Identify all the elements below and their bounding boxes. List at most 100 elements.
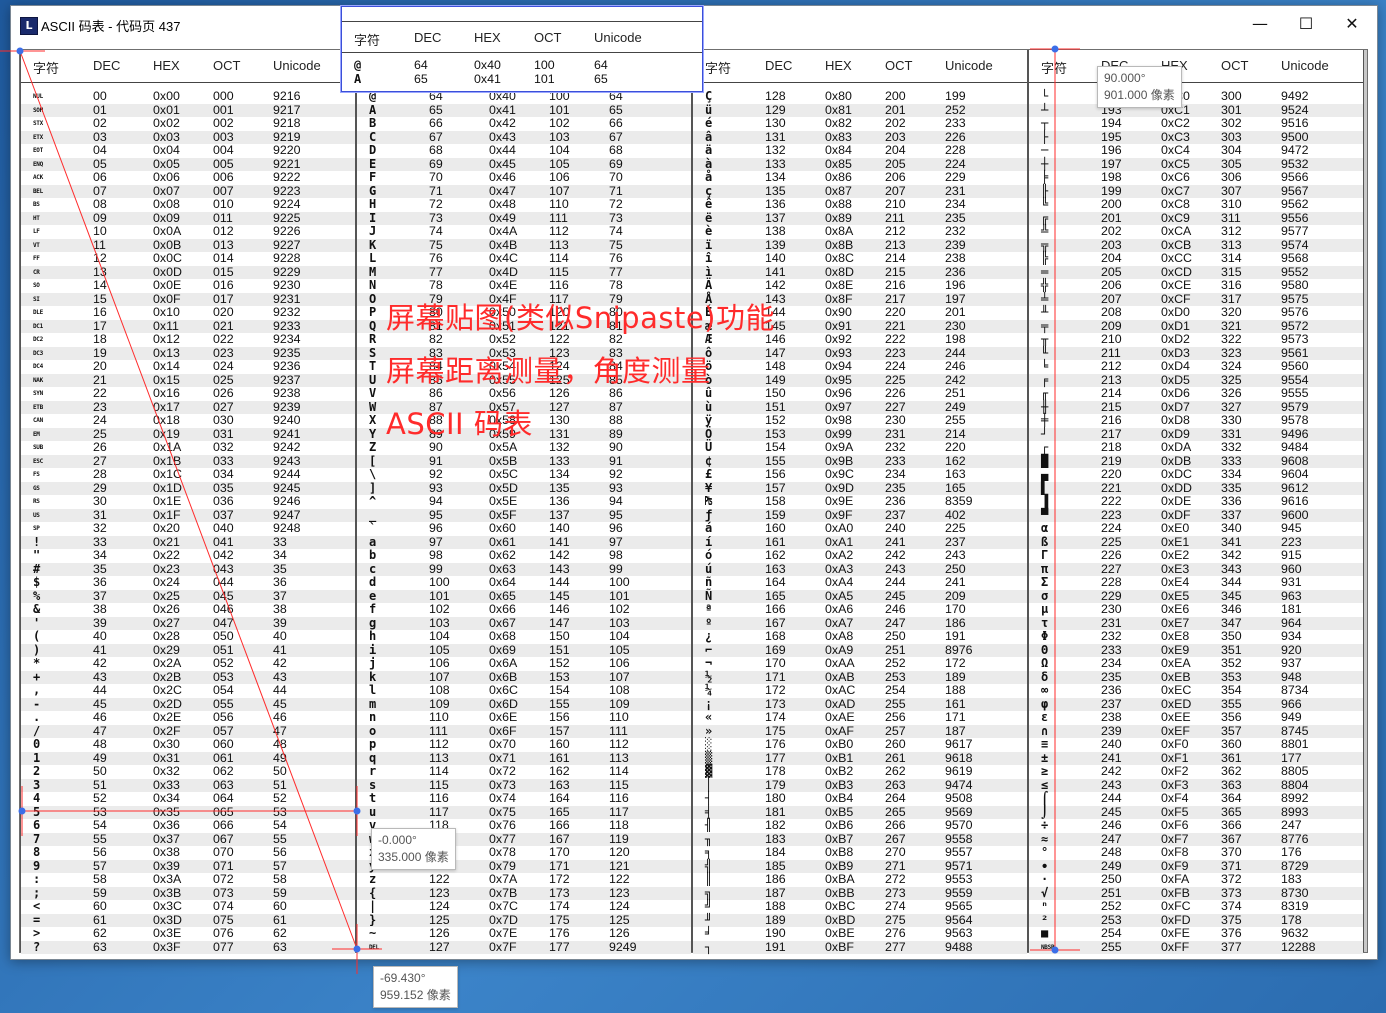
table-row[interactable]: ╣ 185 0xB9 271 9571 [693, 859, 1027, 873]
minimize-button[interactable]: — [1237, 6, 1283, 44]
table-row[interactable]: ì 141 0x8D 215 236 [693, 265, 1027, 279]
table-row[interactable]: L 76 0x4C 114 76 [357, 251, 691, 266]
table-row[interactable]: Ñ 165 0xA5 245 209 [693, 589, 1027, 603]
table-row[interactable]: ï 139 0x8B 213 239 [693, 238, 1027, 252]
table-row[interactable]: ' 39 0x27 047 39 [21, 616, 355, 630]
table-row[interactable]: ╦ 203 0xCB 313 9574 [1029, 238, 1363, 252]
table-row[interactable]: ╥ 210 0xD2 322 9573 [1029, 332, 1363, 347]
table-row[interactable]: CR 13 0x0D 015 9229 [21, 265, 355, 279]
table-row[interactable]: ^ 94 0x5E 136 94 [357, 494, 691, 509]
table-row[interactable]: Ω 234 0xEA 352 937 [1029, 656, 1363, 671]
table-row[interactable]: SP 32 0x20 040 9248 [21, 521, 355, 536]
table-row[interactable]: ¿ 168 0xA8 250 191 [693, 629, 1027, 644]
table-row[interactable]: t 116 0x74 164 116 [357, 791, 691, 806]
table-row[interactable]: ╨ 208 0xD0 320 9576 [1029, 305, 1363, 320]
table-row[interactable]: ─ 196 0xC4 304 9472 [1029, 143, 1363, 158]
table-row[interactable]: ú 163 0xA3 243 250 [693, 562, 1027, 576]
table-row[interactable]: & 38 0x26 046 38 [21, 602, 355, 617]
table-row[interactable]: LF 10 0x0A 012 9226 [21, 224, 355, 239]
table-row[interactable]: ~126 0x7E 176 126 [357, 926, 691, 941]
table-row[interactable]: e 101 0x65 145 101 [357, 589, 691, 603]
table-row[interactable]: σ 229 0xE5 345 963 [1029, 589, 1363, 603]
table-row[interactable]: ¬ 170 0xAA 252 172 [693, 656, 1027, 671]
table-row[interactable]: 3 51 0x33 063 51 [21, 778, 355, 792]
table-row[interactable]: ╒ 213 0xD5 325 9554 [1029, 373, 1363, 387]
table-row[interactable]: ç 135 0x87 207 231 [693, 184, 1027, 198]
table-row[interactable]: 9 57 0x39 071 57 [21, 859, 355, 873]
table-row[interactable]: SUB 26 0x1A 032 9242 [21, 440, 355, 455]
table-row[interactable]: Γ 226 0xE2 342 915 [1029, 548, 1363, 563]
table-row[interactable]: FF 12 0x0C 014 9228 [21, 251, 355, 266]
table-row[interactable]: ` 96 0x60 140 96 [357, 521, 691, 536]
table-row[interactable]: FS 28 0x1C 034 9244 [21, 467, 355, 482]
table-row[interactable]: 2 50 0x32 062 50 [21, 764, 355, 779]
table-row[interactable]: ⌐ 169 0xA9 251 8976 [693, 643, 1027, 657]
table-row[interactable]: ∞ 236 0xEC 354 8734 [1029, 683, 1363, 698]
table-row[interactable]: ∙ 249 0xF9 371 8729 [1029, 859, 1363, 873]
table-row[interactable]: δ 235 0xEB 353 948 [1029, 670, 1363, 684]
table-row[interactable]: â 131 0x83 203 226 [693, 130, 1027, 144]
table-row[interactable]: ▀ 223 0xDF 337 9600 [1029, 508, 1363, 522]
table-row[interactable]: #35 0x23 043 35 [21, 562, 355, 576]
table-row[interactable]: $36 0x24 044 36 [21, 575, 355, 590]
table-row[interactable]: ∩ 239 0xEF 357 8745 [1029, 724, 1363, 738]
table-row[interactable]: ┘ 217 0xD9 331 9496 [1029, 427, 1363, 441]
table-row[interactable]: @64 0x40 100 64 [342, 58, 702, 73]
table-row[interactable]: z 122 0x7A 172 122 [357, 872, 691, 887]
table-row[interactable]: STX 02 0x02 002 9218 [21, 116, 355, 131]
table-row[interactable]: é 130 0x82 202 233 [693, 116, 1027, 131]
table-row[interactable]: C 67 0x43 103 67 [357, 130, 691, 144]
table-row[interactable]: Z 90 0x5A 132 90 [357, 440, 691, 455]
table-row[interactable]: ê 136 0x88 210 234 [693, 197, 1027, 212]
table-row[interactable]: D 68 0x44 104 68 [357, 143, 691, 158]
table-row[interactable]: :58 0x3A 072 58 [21, 872, 355, 887]
table-row[interactable]: ├ 195 0xC3 303 9500 [1029, 130, 1363, 144]
table-row[interactable]: ≤243 0xF3 363 8804 [1029, 778, 1363, 792]
table-row[interactable]: ¢ 155 0x9B 233 162 [693, 454, 1027, 468]
table-row[interactable]: ë 137 0x89 211 235 [693, 211, 1027, 225]
table-row[interactable]: ╩ 202 0xCA 312 9577 [1029, 224, 1363, 239]
table-row[interactable]: G 71 0x47 107 71 [357, 184, 691, 198]
table-row[interactable]: M 77 0x4D 115 77 [357, 265, 691, 279]
table-row[interactable]: m 109 0x6D 155 109 [357, 697, 691, 711]
table-row[interactable]: ┌ 218 0xDA 332 9484 [1029, 440, 1363, 455]
table-row[interactable]: * 42 0x2A 052 42 [21, 656, 355, 671]
table-row[interactable]: {123 0x7B 173 123 [357, 886, 691, 900]
table-row[interactable]: ╪ 216 0xD8 330 9578 [1029, 413, 1363, 428]
table-row[interactable]: H 72 0x48 110 72 [357, 197, 691, 212]
table-row[interactable]: å 134 0x86 206 229 [693, 170, 1027, 185]
table-row[interactable]: ╫ 215 0xD7 327 9579 [1029, 400, 1363, 414]
table-row[interactable]: DLE 16 0x10 020 9232 [21, 305, 355, 320]
table-row[interactable]: . 46 0x2E 056 46 [21, 710, 355, 725]
table-row[interactable]: u 117 0x75 165 117 [357, 805, 691, 819]
table-row[interactable]: NAK 21 0x15 025 9237 [21, 373, 355, 387]
table-row[interactable]: ╔ 201 0xC9 311 9556 [1029, 211, 1363, 225]
table-row[interactable]: φ 237 0xED 355 966 [1029, 697, 1363, 711]
table-row[interactable]: ╟ 199 0xC7 307 9567 [1029, 184, 1363, 198]
table-row[interactable]: º 167 0xA7 247 186 [693, 616, 1027, 630]
table-row[interactable]: ? 63 0x3F 077 63 [21, 940, 355, 954]
table-row[interactable]: +43 0x2B 053 43 [21, 670, 355, 684]
table-row[interactable]: | 124 0x7C 174 124 [357, 899, 691, 914]
table-row[interactable]: ╖ 183 0xB7 267 9558 [693, 832, 1027, 846]
table-row[interactable]: │ 179 0xB3 263 9474 [693, 778, 1027, 792]
table-row[interactable]: ò 149 0x95 225 242 [693, 373, 1027, 387]
table-row[interactable]: └1920xC03009492 [1029, 89, 1363, 104]
table-row[interactable]: } 125 0x7D 175 125 [357, 913, 691, 927]
table-row[interactable]: à 133 0x85 205 224 [693, 157, 1027, 171]
table-row[interactable]: ÿ 152 0x98 230 255 [693, 413, 1027, 428]
table-row[interactable]: ╝ 188 0xBC 274 9565 [693, 899, 1027, 914]
table-row[interactable]: ⁿ 252 0xFC 374 8319 [1029, 899, 1363, 914]
table-row[interactable]: s 115 0x73 163 115 [357, 778, 691, 792]
table-row[interactable]: ═ 205 0xCD 315 9552 [1029, 265, 1363, 279]
table-row[interactable]: 7 55 0x37 067 55 [21, 832, 355, 846]
pinned-snip-panel[interactable]: 字符 DEC HEX OCT Unicode @64 0x40 100 64 A 65 0x41 101… [341, 6, 703, 92]
maximize-button[interactable]: ☐ [1283, 6, 1329, 44]
table-row[interactable]: 8 56 0x38 070 56 [21, 845, 355, 860]
table-row[interactable]: E 69 0x45 105 69 [357, 157, 691, 171]
table-row[interactable]: ETX 03 0x03 003 9219 [21, 130, 355, 144]
table-row[interactable]: Ä 142 0x8E 216 196 [693, 278, 1027, 293]
table-row[interactable]: 5 53 0x35 065 53 [21, 805, 355, 819]
table-row[interactable]: " 34 0x22 042 34 [21, 548, 355, 563]
table-row[interactable]: ■ 254 0xFE 376 9632 [1029, 926, 1363, 941]
